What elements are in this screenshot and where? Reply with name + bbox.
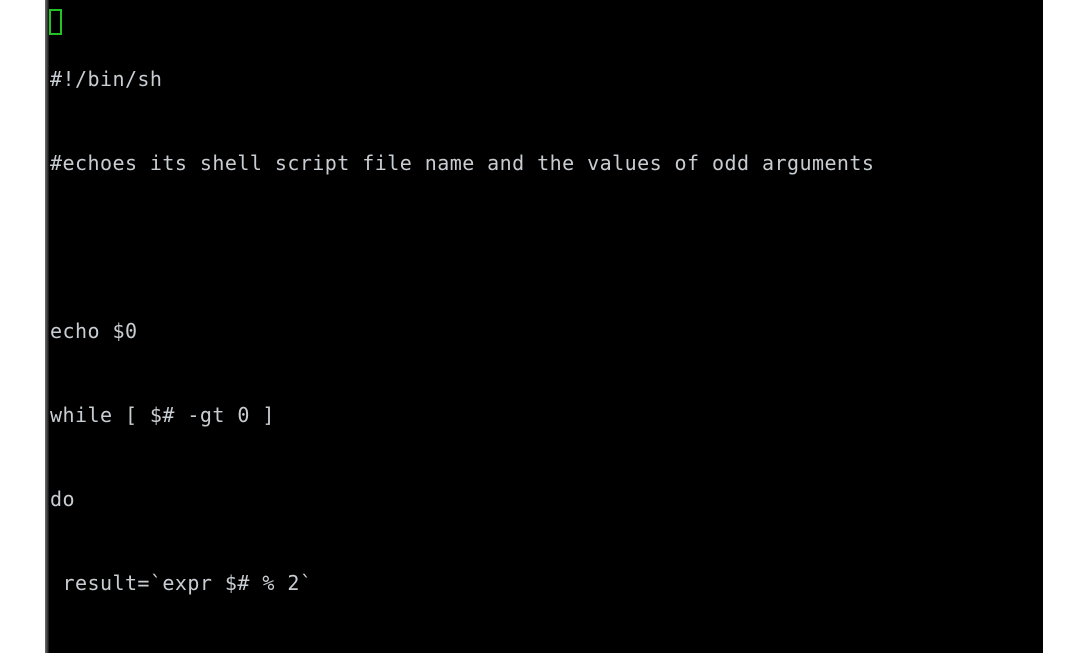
buffer-line [50,233,1043,261]
terminal-left-edge [45,0,49,653]
terminal-window[interactable]: #!/bin/sh #echoes its shell script file … [45,0,1043,653]
buffer-line: while [ $# -gt 0 ] [50,403,275,427]
page-background: #!/bin/sh #echoes its shell script file … [0,0,1080,667]
buffer-line: result=`expr $# % 2` [50,571,313,595]
buffer-line: echo $0 [50,319,138,343]
buffer-line: #!/bin/sh [50,67,163,91]
editor-text-buffer[interactable]: #!/bin/sh #echoes its shell script file … [50,9,1043,653]
buffer-line: do [50,487,75,511]
buffer-line: #echoes its shell script file name and t… [50,151,875,175]
